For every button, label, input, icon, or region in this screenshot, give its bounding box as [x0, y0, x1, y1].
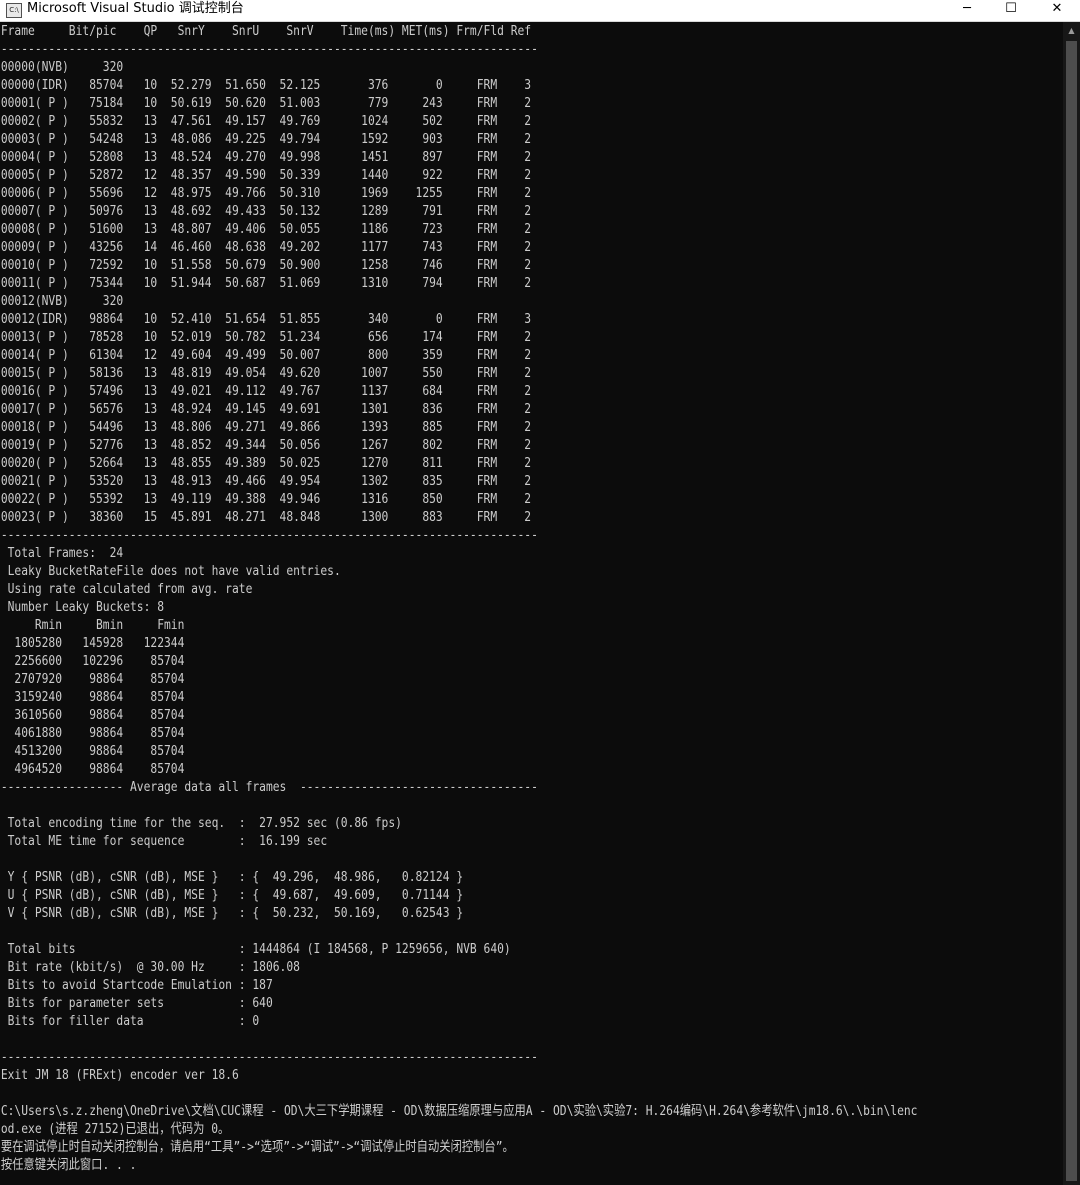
- console-line: 2707920 98864 85704: [0, 671, 185, 687]
- console-line: 3610560 98864 85704: [0, 707, 185, 723]
- scroll-up-arrow-icon[interactable]: ▲: [1063, 22, 1080, 39]
- console-line: 按任意键关闭此窗口. . .: [0, 1157, 137, 1173]
- console-line: Frame Bit/pic QP SnrY SnrU SnrV Time(ms)…: [0, 23, 532, 39]
- console-line: 00003( P ) 54248 13 48.086 49.225 49.794…: [0, 131, 532, 147]
- vertical-scrollbar[interactable]: ▲: [1063, 22, 1080, 1185]
- console-line: Total Frames: 24: [0, 545, 124, 561]
- console-line: ----------------------------------------…: [0, 1049, 538, 1065]
- console-line: 3159240 98864 85704: [0, 689, 185, 705]
- debug-console-window: C:\ Microsoft Visual Studio 调试控制台 ─ ☐ ✕ …: [0, 0, 1080, 1185]
- console-line: Rmin Bmin Fmin: [0, 617, 185, 633]
- scrollbar-thumb[interactable]: [1066, 41, 1077, 1181]
- console-line: ------------------ Average data all fram…: [0, 779, 538, 795]
- console-line: 00019( P ) 52776 13 48.852 49.344 50.056…: [0, 437, 532, 453]
- console-line: U { PSNR (dB), cSNR (dB), MSE } : { 49.6…: [0, 887, 464, 903]
- console-line: 00023( P ) 38360 15 45.891 48.271 48.848…: [0, 509, 532, 525]
- window-title: Microsoft Visual Studio 调试控制台: [27, 1, 244, 16]
- title-bar[interactable]: C:\ Microsoft Visual Studio 调试控制台 ─ ☐ ✕: [0, 0, 1080, 22]
- console-line: 00018( P ) 54496 13 48.806 49.271 49.866…: [0, 419, 532, 435]
- console-line: C:\Users\s.z.zheng\OneDrive\文档\CUC课程 - O…: [0, 1103, 918, 1119]
- console-line: Total bits : 1444864 (I 184568, P 125965…: [0, 941, 511, 957]
- console-line: Y { PSNR (dB), cSNR (dB), MSE } : { 49.2…: [0, 869, 464, 885]
- console-line: 00012(IDR) 98864 10 52.410 51.654 51.855…: [0, 311, 532, 327]
- console-line: 00007( P ) 50976 13 48.692 49.433 50.132…: [0, 203, 532, 219]
- vs-debug-console-icon: C:\: [6, 3, 22, 18]
- console-line: Total encoding time for the seq. : 27.95…: [0, 815, 402, 831]
- console-line: 00000(NVB) 320: [0, 59, 124, 75]
- console-line: Using rate calculated from avg. rate: [0, 581, 253, 597]
- console-line: 4061880 98864 85704: [0, 725, 185, 741]
- console-line: 00008( P ) 51600 13 48.807 49.406 50.055…: [0, 221, 532, 237]
- console-line: 00017( P ) 56576 13 48.924 49.145 49.691…: [0, 401, 532, 417]
- console-line: 00000(IDR) 85704 10 52.279 51.650 52.125…: [0, 77, 532, 93]
- console-line: 4513200 98864 85704: [0, 743, 185, 759]
- console-line: 00012(NVB) 320: [0, 293, 124, 309]
- console-line: Bits for parameter sets : 640: [0, 995, 273, 1011]
- console-line: 00004( P ) 52808 13 48.524 49.270 49.998…: [0, 149, 532, 165]
- console-line: 00002( P ) 55832 13 47.561 49.157 49.769…: [0, 113, 532, 129]
- console-text: Frame Bit/pic QP SnrY SnrU SnrV Time(ms)…: [0, 22, 918, 1174]
- console-line: 00010( P ) 72592 10 51.558 50.679 50.900…: [0, 257, 532, 273]
- console-line: 2256600 102296 85704: [0, 653, 185, 669]
- maximize-button[interactable]: ☐: [988, 0, 1034, 22]
- console-line: Exit JM 18 (FRExt) encoder ver 18.6: [0, 1067, 239, 1083]
- console-line: Leaky BucketRateFile does not have valid…: [0, 563, 341, 579]
- console-line: 00016( P ) 57496 13 49.021 49.112 49.767…: [0, 383, 532, 399]
- console-line: 00005( P ) 52872 12 48.357 49.590 50.339…: [0, 167, 532, 183]
- console-line: Bit rate (kbit/s) @ 30.00 Hz : 1806.08: [0, 959, 300, 975]
- console-line: 00014( P ) 61304 12 49.604 49.499 50.007…: [0, 347, 532, 363]
- console-line: Total ME time for sequence : 16.199 sec: [0, 833, 328, 849]
- console-line: V { PSNR (dB), cSNR (dB), MSE } : { 50.2…: [0, 905, 464, 921]
- console-line: Bits for filler data : 0: [0, 1013, 260, 1029]
- console-output-area[interactable]: Frame Bit/pic QP SnrY SnrU SnrV Time(ms)…: [0, 22, 1063, 1185]
- minimize-button[interactable]: ─: [944, 0, 990, 22]
- console-line: 00009( P ) 43256 14 46.460 48.638 49.202…: [0, 239, 532, 255]
- console-line: 00013( P ) 78528 10 52.019 50.782 51.234…: [0, 329, 532, 345]
- console-line: 00015( P ) 58136 13 48.819 49.054 49.620…: [0, 365, 532, 381]
- console-line: ----------------------------------------…: [0, 527, 538, 543]
- console-line: 00006( P ) 55696 12 48.975 49.766 50.310…: [0, 185, 532, 201]
- console-line: 4964520 98864 85704: [0, 761, 185, 777]
- close-button[interactable]: ✕: [1034, 0, 1080, 22]
- console-line: 要在调试停止时自动关闭控制台，请启用“工具”->“选项”->“调试”->“调试停…: [0, 1139, 514, 1155]
- console-line: ----------------------------------------…: [0, 41, 538, 57]
- console-line: od.exe (进程 27152)已退出，代码为 0。: [0, 1121, 230, 1137]
- console-line: Number Leaky Buckets: 8: [0, 599, 164, 615]
- console-line: 00001( P ) 75184 10 50.619 50.620 51.003…: [0, 95, 532, 111]
- console-line: 00021( P ) 53520 13 48.913 49.466 49.954…: [0, 473, 532, 489]
- console-line: 1805280 145928 122344: [0, 635, 185, 651]
- console-line: 00011( P ) 75344 10 51.944 50.687 51.069…: [0, 275, 532, 291]
- console-line: Bits to avoid Startcode Emulation : 187: [0, 977, 273, 993]
- console-line: 00022( P ) 55392 13 49.119 49.388 49.946…: [0, 491, 532, 507]
- console-line: 00020( P ) 52664 13 48.855 49.389 50.025…: [0, 455, 532, 471]
